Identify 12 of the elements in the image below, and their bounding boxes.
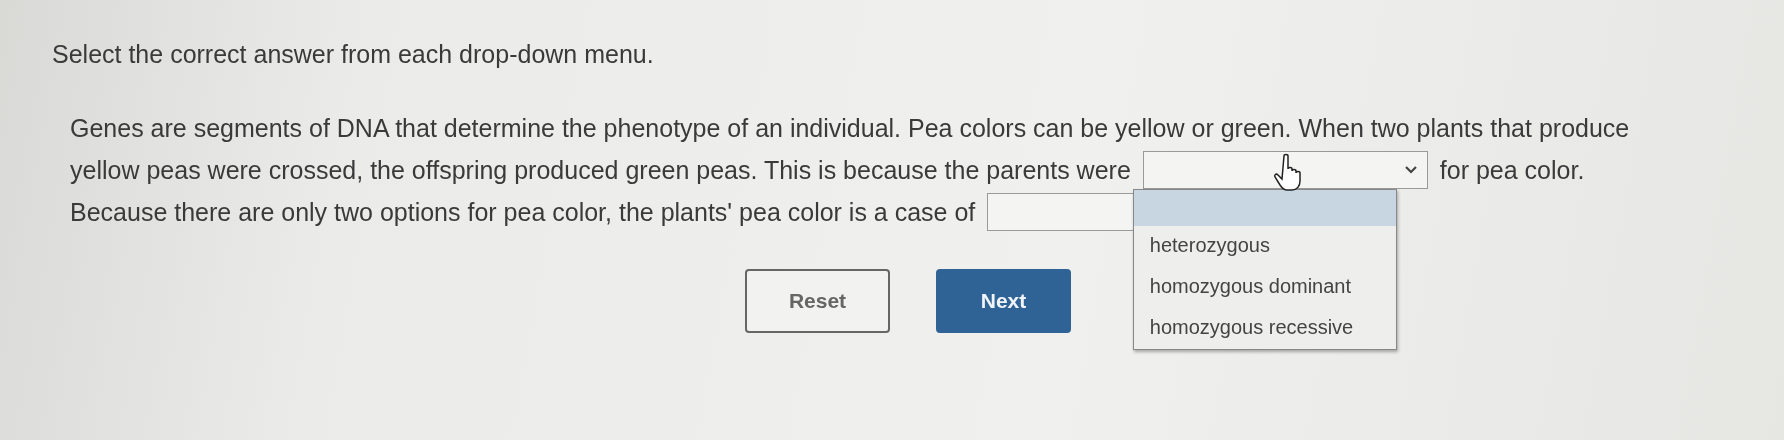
dropdown-option[interactable]: homozygous dominant: [1133, 267, 1396, 308]
dropdown-option[interactable]: homozygous recessive: [1133, 308, 1396, 349]
passage-text: yellow peas were crossed, the offspring produced green peas. This is because the parents were: [70, 155, 1131, 185]
passage-text: Because there are only two options for pea color, the plants' pea color is a case of: [70, 197, 976, 227]
instruction-text: Select the correct answer from each drop-down menu.: [52, 40, 655, 69]
reset-button[interactable]: Reset: [745, 269, 890, 333]
dropdown-option[interactable]: heterozygous: [1133, 226, 1396, 267]
passage-text: Genes are segments of DNA that determine the phenotype of an individual. Pea colors can be yellow or green. When two plants that produce: [70, 113, 1630, 143]
passage-text: for pea color.: [1439, 155, 1585, 185]
expanded-dropdown[interactable]: [1142, 151, 1428, 189]
chevron-down-icon: [1404, 165, 1417, 175]
next-button[interactable]: Next: [936, 269, 1071, 333]
